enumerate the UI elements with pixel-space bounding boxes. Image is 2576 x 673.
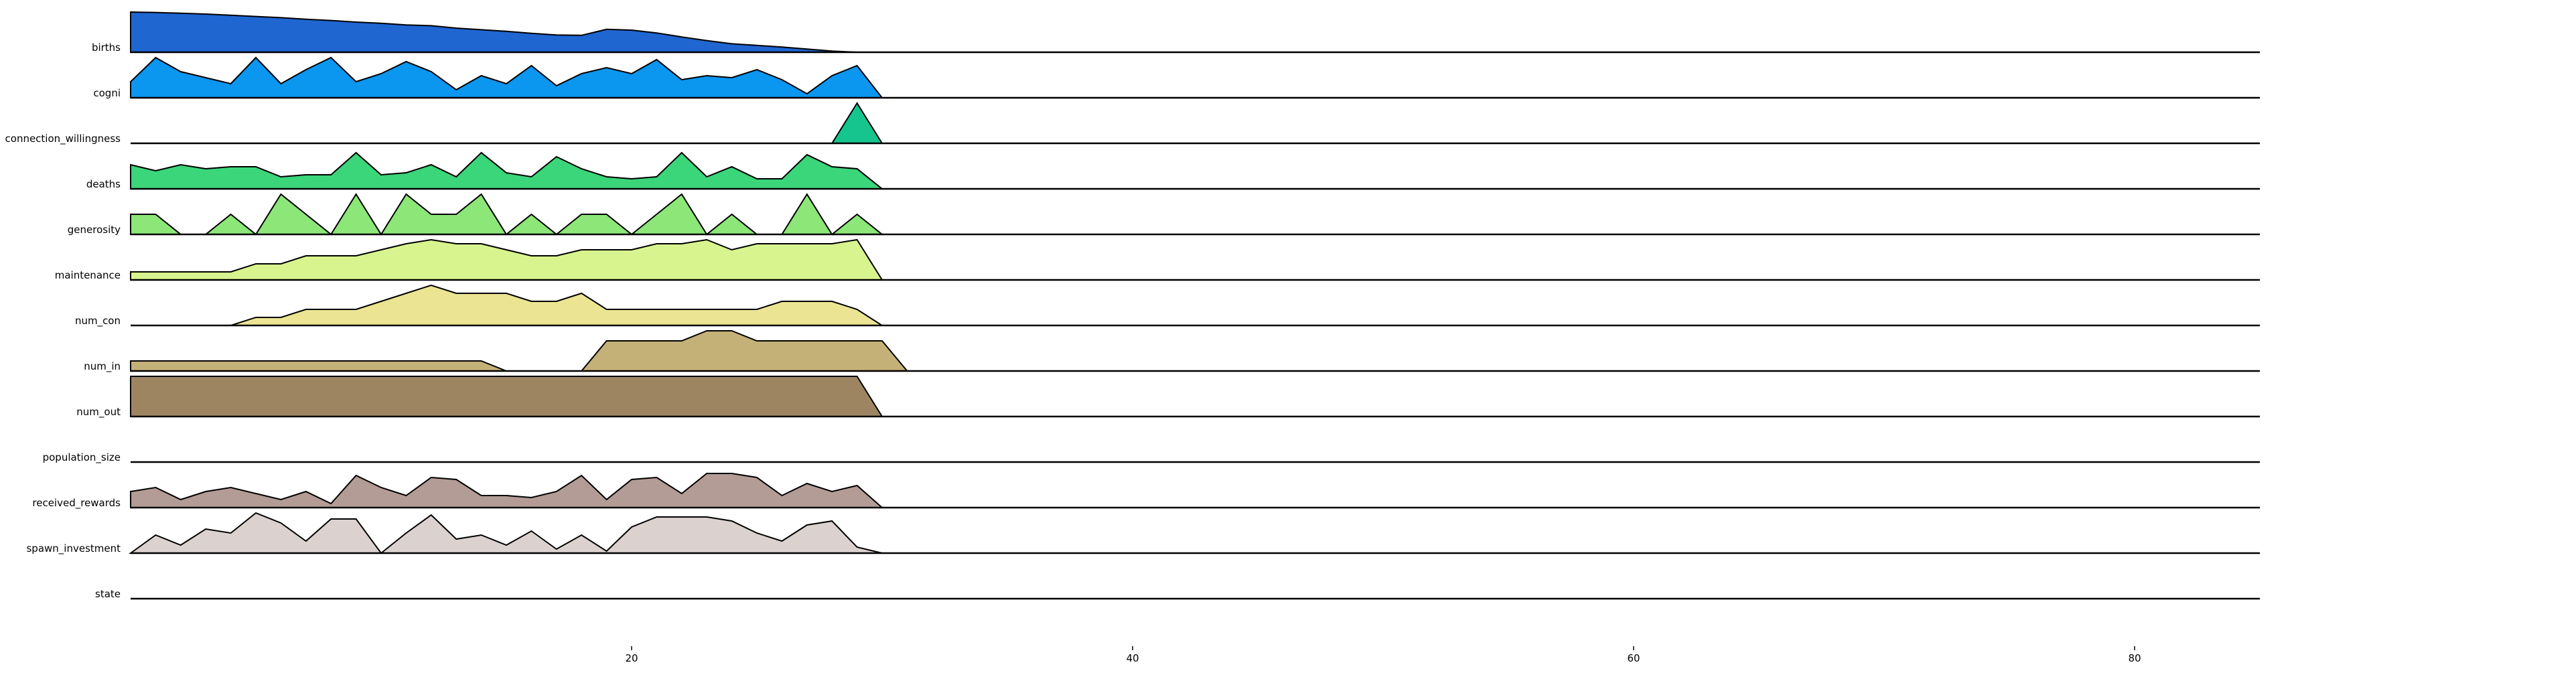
ridge-area bbox=[128, 512, 883, 554]
ridge-row-num-in: num_in bbox=[84, 330, 2260, 373]
ridge-area bbox=[831, 102, 883, 144]
ridge-row-cogni: cogni bbox=[93, 56, 2260, 99]
row-label: births bbox=[92, 42, 121, 54]
row-label: num_out bbox=[76, 406, 121, 419]
x-tick: 60 bbox=[1627, 646, 1640, 664]
ridgeline-chart-svg: births cogni connection_willingnessdeaths g… bbox=[5, 11, 2260, 664]
ridge-area bbox=[130, 376, 883, 417]
ridge-row-state: state bbox=[95, 588, 2260, 600]
ridge-row-maintenance: maintenance bbox=[55, 238, 2260, 281]
x-tick: 20 bbox=[625, 646, 638, 664]
ridge-area bbox=[130, 56, 884, 98]
row-label: population_size bbox=[43, 451, 121, 464]
ridge-row-connection-willingness: connection_willingness bbox=[5, 102, 2260, 145]
ridge-area bbox=[131, 284, 885, 326]
row-label: received_rewards bbox=[32, 497, 121, 510]
x-tick-label: 60 bbox=[1627, 652, 1640, 664]
row-label: connection_willingness bbox=[5, 133, 121, 145]
ridge-area bbox=[130, 238, 883, 281]
row-label: cogni bbox=[93, 87, 121, 99]
ridge-row-deaths: deaths bbox=[86, 151, 2260, 190]
ridge-area bbox=[130, 473, 884, 508]
x-tick: 80 bbox=[2128, 646, 2141, 664]
x-tick-label: 40 bbox=[1126, 652, 1139, 664]
row-label: deaths bbox=[86, 178, 121, 190]
ridge-row-received-rewards: received_rewards bbox=[32, 473, 2260, 510]
ridge-row-num-con: num_con bbox=[75, 284, 2260, 327]
ridge-row-spawn-investment: spawn_investment bbox=[26, 512, 2260, 555]
row-label: state bbox=[95, 588, 121, 600]
row-label: num_con bbox=[75, 315, 121, 327]
ridge-area bbox=[130, 330, 909, 372]
x-tick-label: 80 bbox=[2128, 652, 2141, 664]
x-tick-label: 20 bbox=[625, 652, 638, 664]
ridge-area bbox=[130, 11, 857, 53]
row-label: spawn_investment bbox=[26, 542, 121, 555]
row-label: maintenance bbox=[55, 269, 121, 281]
row-label: generosity bbox=[68, 224, 121, 236]
ridge-row-births: births bbox=[92, 11, 2260, 54]
ridgeline-chart: births cogni connection_willingnessdeaths g… bbox=[0, 0, 2576, 670]
ridge-area bbox=[130, 193, 884, 236]
ridge-area bbox=[130, 151, 884, 190]
row-label: num_in bbox=[84, 360, 121, 373]
ridge-row-generosity: generosity bbox=[68, 193, 2260, 236]
ridge-row-num-out: num_out bbox=[76, 376, 2260, 419]
x-tick: 40 bbox=[1126, 646, 1139, 664]
ridge-row-population-size: population_size bbox=[43, 451, 2260, 464]
